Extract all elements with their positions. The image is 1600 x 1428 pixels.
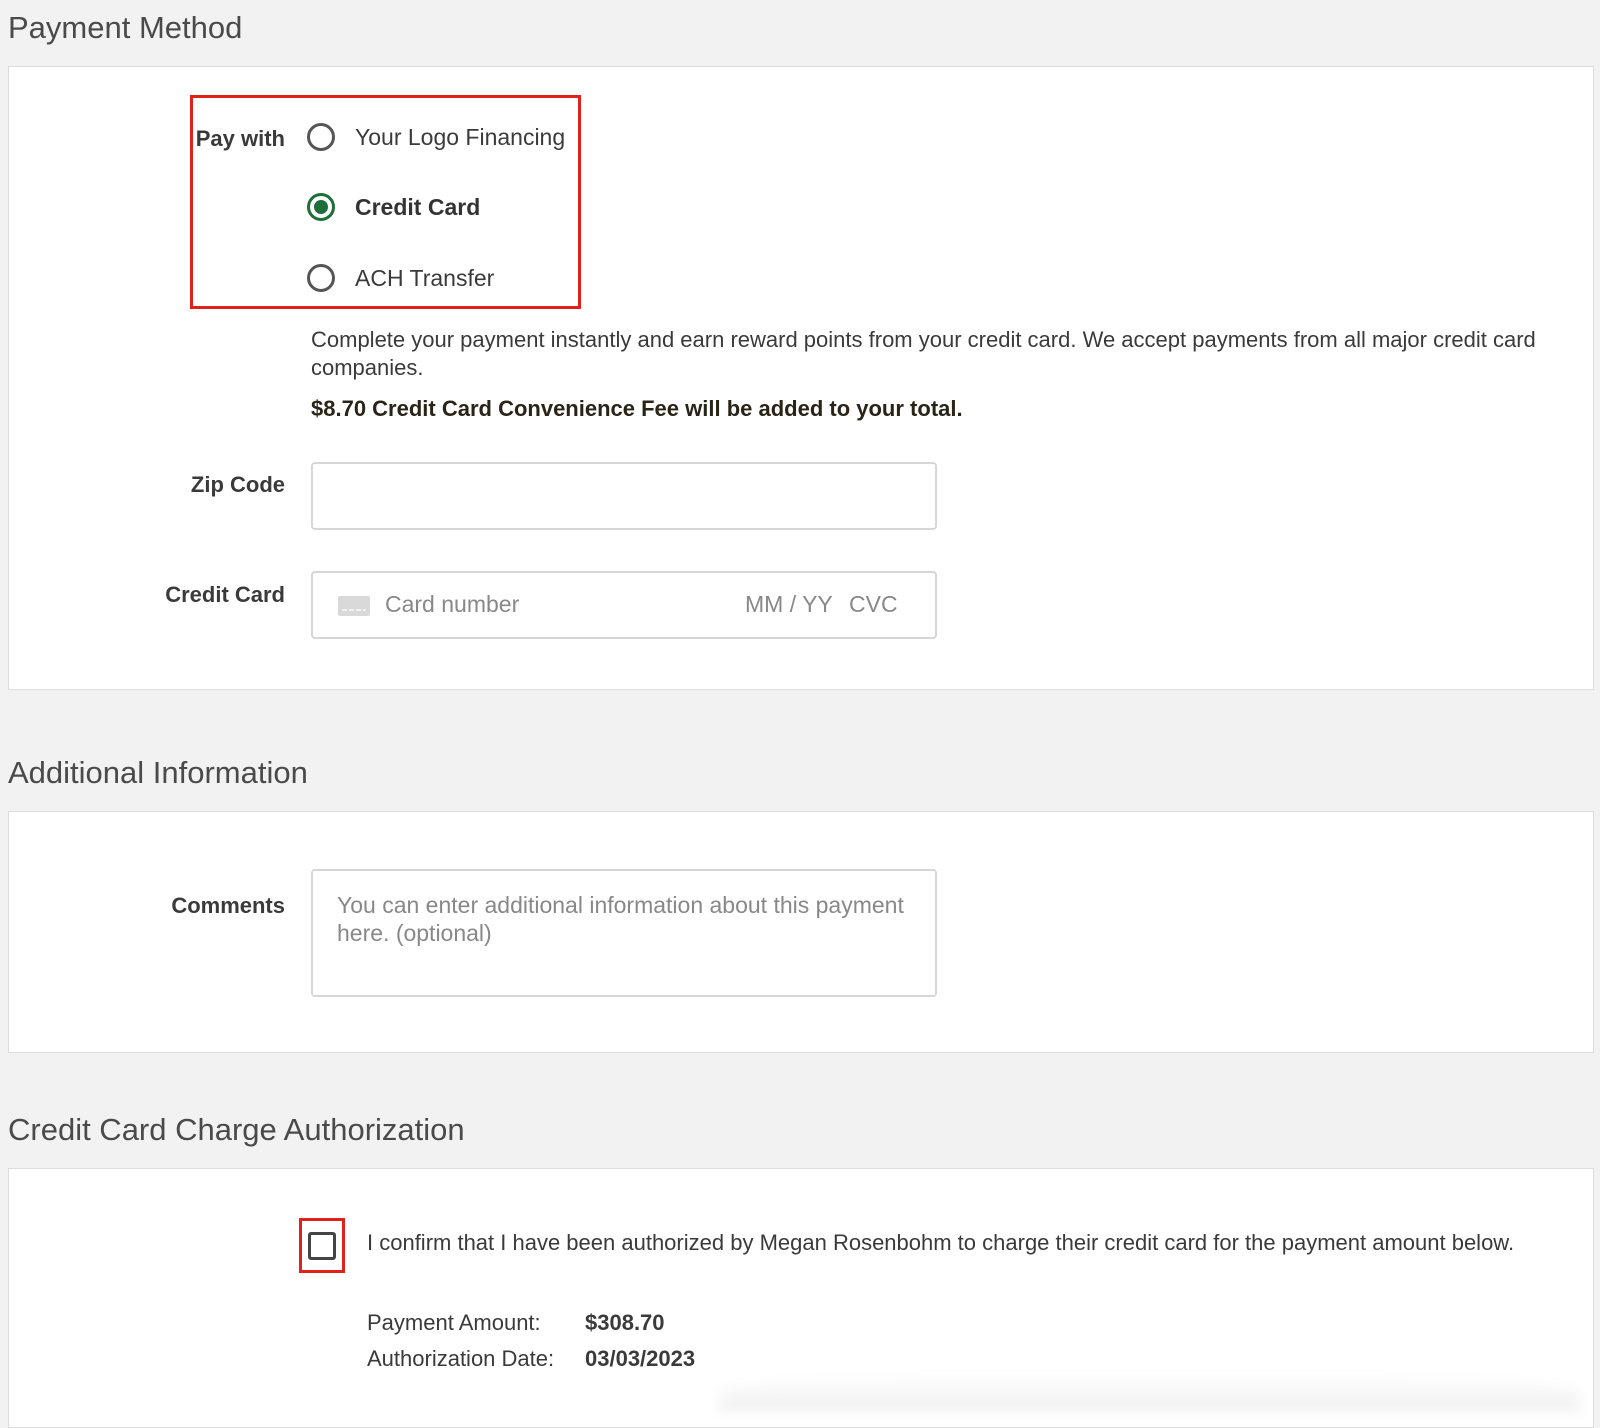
comments-field[interactable] bbox=[311, 869, 937, 997]
radio-button-selected[interactable] bbox=[307, 193, 335, 221]
radio-selected-dot bbox=[314, 200, 328, 214]
authorization-checkbox[interactable] bbox=[308, 1232, 336, 1260]
zip-code-field[interactable] bbox=[311, 462, 937, 530]
payment-amount-label: Payment Amount: bbox=[367, 1310, 541, 1335]
credit-card-label: Credit Card bbox=[165, 582, 285, 607]
pay-with-label: Pay with bbox=[195, 126, 285, 151]
radio-button[interactable] bbox=[307, 123, 335, 151]
payment-amount-value: $308.70 bbox=[585, 1310, 665, 1335]
additional-information-card: Comments bbox=[8, 811, 1594, 1053]
credit-card-icon bbox=[338, 596, 370, 616]
expiry-placeholder[interactable]: MM / YY bbox=[745, 591, 833, 618]
authorization-date-value: 03/03/2023 bbox=[585, 1346, 696, 1371]
bottom-shadow bbox=[720, 1372, 1580, 1412]
payment-method-title: Payment Method bbox=[8, 10, 243, 45]
radio-label: Credit Card bbox=[355, 193, 481, 220]
radio-label: ACH Transfer bbox=[355, 264, 495, 291]
zip-code-input[interactable] bbox=[313, 464, 935, 528]
authorization-title: Credit Card Charge Authorization bbox=[8, 1112, 465, 1147]
cvc-placeholder[interactable]: CVC bbox=[849, 591, 898, 618]
comments-textarea[interactable] bbox=[313, 871, 935, 995]
comments-label: Comments bbox=[171, 893, 285, 918]
radio-label: Your Logo Financing bbox=[355, 123, 566, 150]
additional-information-title: Additional Information bbox=[8, 755, 308, 790]
radio-option-credit-card[interactable]: Credit Card bbox=[307, 189, 480, 225]
radio-option-your-logo-financing[interactable]: Your Logo Financing bbox=[307, 119, 565, 155]
authorization-date-label: Authorization Date: bbox=[367, 1346, 555, 1371]
radio-button[interactable] bbox=[307, 264, 335, 292]
credit-card-field[interactable]: Card number MM / YY CVC bbox=[311, 571, 937, 639]
authorization-confirm-text: I confirm that I have been authorized by… bbox=[367, 1230, 1515, 1255]
payment-method-card: Pay with Your Logo Financing Credit Card… bbox=[8, 66, 1594, 690]
zip-code-label: Zip Code bbox=[190, 472, 285, 497]
radio-option-ach-transfer[interactable]: ACH Transfer bbox=[307, 260, 494, 296]
card-number-placeholder[interactable]: Card number bbox=[385, 591, 519, 618]
payment-description: Complete your payment instantly and earn… bbox=[311, 327, 1536, 380]
convenience-fee-notice: $8.70 Credit Card Convenience Fee will b… bbox=[311, 396, 963, 421]
